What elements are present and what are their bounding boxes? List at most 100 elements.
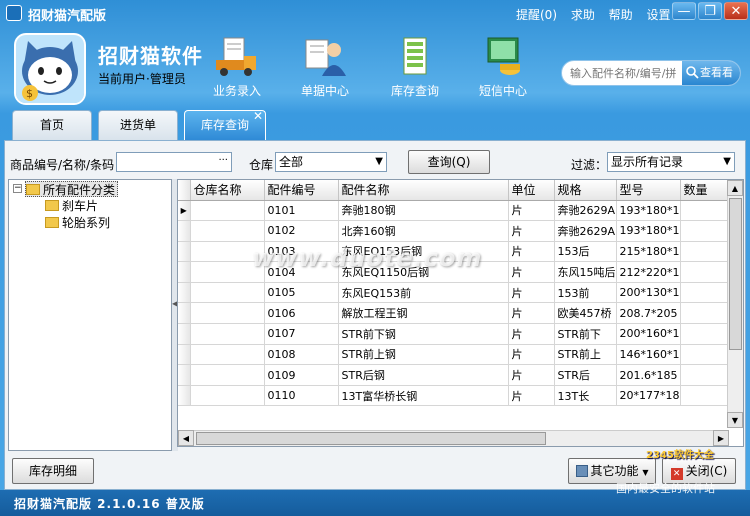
horizontal-scroll-thumb[interactable]	[196, 432, 546, 445]
table-cell[interactable]: 212*220*1	[616, 261, 681, 283]
table-cell[interactable]	[190, 200, 265, 222]
table-cell[interactable]: 0107	[264, 323, 339, 345]
tab-home[interactable]: 首页	[12, 110, 92, 140]
table-row[interactable]: 0108 STR前上钢片 STR前上 146*160*1	[178, 344, 743, 366]
tree-item-brake-pads[interactable]: 刹车片	[45, 198, 98, 214]
table-cell[interactable]: 200*160*1	[616, 323, 681, 345]
settings-link[interactable]: 设置	[647, 8, 671, 22]
table-cell[interactable]: 北奔160钢	[338, 220, 509, 242]
table-cell[interactable]: 片	[508, 364, 555, 386]
tree-root-item[interactable]: 所有配件分类	[25, 181, 119, 197]
table-cell[interactable]: STR后钢	[338, 364, 509, 386]
table-cell[interactable]: 13T长	[554, 385, 617, 407]
table-cell[interactable]	[190, 220, 265, 242]
table-cell[interactable]: 东风15吨后	[554, 261, 617, 283]
table-cell[interactable]: 片	[508, 241, 555, 263]
table-cell[interactable]: STR前下钢	[338, 323, 509, 345]
table-cell[interactable]: 片	[508, 282, 555, 304]
table-cell[interactable]	[190, 344, 265, 366]
table-cell[interactable]: 奔驰2629A	[554, 220, 617, 242]
table-cell[interactable]: STR后	[554, 364, 617, 386]
table-cell[interactable]: 200*130*1	[616, 282, 681, 304]
table-row[interactable]: 0106 解放工程王钢片欧美457桥 208.7*205	[178, 302, 743, 325]
vertical-scroll-thumb[interactable]	[729, 198, 742, 350]
table-cell[interactable]: 0109	[264, 364, 339, 386]
query-button[interactable]: 查询(Q)	[408, 150, 490, 174]
vertical-scrollbar[interactable]: ▲ ▼	[727, 180, 743, 428]
table-cell[interactable]: STR前上钢	[338, 344, 509, 366]
tab-inventory-query[interactable]: 库存查询 ✕	[184, 110, 266, 140]
table-cell[interactable]	[190, 385, 265, 407]
tab-purchase-order[interactable]: 进货单	[98, 110, 178, 140]
row-header[interactable]	[178, 302, 191, 325]
module-document-center[interactable]: 单据中心	[290, 36, 360, 99]
col-warehouse-name[interactable]: 仓库名称	[190, 180, 265, 201]
table-cell[interactable]: 153前	[554, 282, 617, 304]
row-header[interactable]	[178, 385, 191, 407]
reminder-link[interactable]: 提醒(0)	[516, 8, 557, 22]
tree-collapse-icon[interactable]: −	[13, 184, 22, 193]
col-spec[interactable]: 规格	[554, 180, 617, 201]
col-part-name[interactable]: 配件名称	[338, 180, 509, 201]
table-cell[interactable]: 215*180*1	[616, 241, 681, 263]
table-cell[interactable]	[190, 364, 265, 386]
module-business-entry[interactable]: 业务录入	[202, 36, 272, 99]
table-cell[interactable]: 片	[508, 220, 555, 242]
table-cell[interactable]: 奔驰2629A	[554, 200, 617, 222]
table-cell[interactable]: 208.7*205	[616, 302, 681, 325]
row-header[interactable]	[178, 282, 191, 304]
table-cell[interactable]: 东风EQ153前	[338, 282, 509, 304]
row-header[interactable]	[178, 220, 191, 242]
table-cell[interactable]: 193*180*1	[616, 200, 681, 222]
table-cell[interactable]: 片	[508, 302, 555, 325]
minimize-button[interactable]: —	[672, 2, 696, 20]
col-part-number[interactable]: 配件编号	[264, 180, 339, 201]
table-row[interactable]: 0105 东风EQ153前片 153前 200*130*1	[178, 282, 743, 304]
table-cell[interactable]: 20*177*18	[616, 385, 681, 407]
table-cell[interactable]: 奔驰180钢	[338, 200, 509, 222]
table-cell[interactable]: 片	[508, 385, 555, 407]
search-button[interactable]: 查看看	[682, 61, 740, 85]
table-cell[interactable]: 13T富华桥长钢	[338, 385, 509, 407]
search-input[interactable]	[570, 65, 686, 81]
table-row[interactable]: ▶ 0101 奔驰180钢片奔驰2629A 193*180*1	[178, 200, 743, 222]
current-row-indicator-icon[interactable]: ▶	[178, 200, 191, 222]
table-cell[interactable]: 片	[508, 261, 555, 283]
table-row[interactable]: 0102 北奔160钢片奔驰2629A 193*180*1	[178, 220, 743, 242]
tab-close-icon[interactable]: ✕	[253, 110, 263, 122]
row-header[interactable]	[178, 364, 191, 386]
col-unit[interactable]: 单位	[508, 180, 555, 201]
table-cell[interactable]: 0105	[264, 282, 339, 304]
table-cell[interactable]: 片	[508, 200, 555, 222]
scroll-up-icon[interactable]: ▲	[727, 180, 743, 196]
row-header[interactable]	[178, 323, 191, 345]
table-row[interactable]: 0110 13T富华桥长钢片 13T长 20*177*18	[178, 385, 743, 407]
table-cell[interactable]: 片	[508, 344, 555, 366]
scroll-left-icon[interactable]: ◀	[178, 430, 194, 446]
table-cell[interactable]: STR前上	[554, 344, 617, 366]
module-sms-center[interactable]: 短信中心	[468, 36, 538, 99]
restore-button[interactable]: ❐	[698, 2, 722, 20]
table-cell[interactable]: 解放工程王钢	[338, 302, 509, 325]
table-cell[interactable]	[190, 323, 265, 345]
module-inventory-query[interactable]: 库存查询	[380, 36, 450, 99]
table-cell[interactable]: 153后	[554, 241, 617, 263]
warehouse-select[interactable]: 全部 ▼	[275, 152, 387, 172]
filter-select[interactable]: 显示所有记录 ▼	[607, 152, 735, 172]
row-header[interactable]	[178, 241, 191, 263]
table-cell[interactable]: 0110	[264, 385, 339, 407]
table-cell[interactable]: 0102	[264, 220, 339, 242]
scroll-down-icon[interactable]: ▼	[727, 412, 743, 428]
table-row[interactable]: 0107 STR前下钢片 STR前下 200*160*1	[178, 323, 743, 345]
ellipsis-button[interactable]: ···	[218, 152, 228, 170]
table-cell[interactable]: STR前下	[554, 323, 617, 345]
table-cell[interactable]: 201.6*185	[616, 364, 681, 386]
help-request-link[interactable]: 求助	[571, 8, 595, 22]
table-cell[interactable]	[190, 302, 265, 325]
table-cell[interactable]: 0101	[264, 200, 339, 222]
inventory-detail-button[interactable]: 库存明细	[12, 458, 94, 484]
table-cell[interactable]	[190, 282, 265, 304]
table-cell[interactable]: 片	[508, 323, 555, 345]
table-cell[interactable]: 0106	[264, 302, 339, 325]
table-cell[interactable]: 146*160*1	[616, 344, 681, 366]
